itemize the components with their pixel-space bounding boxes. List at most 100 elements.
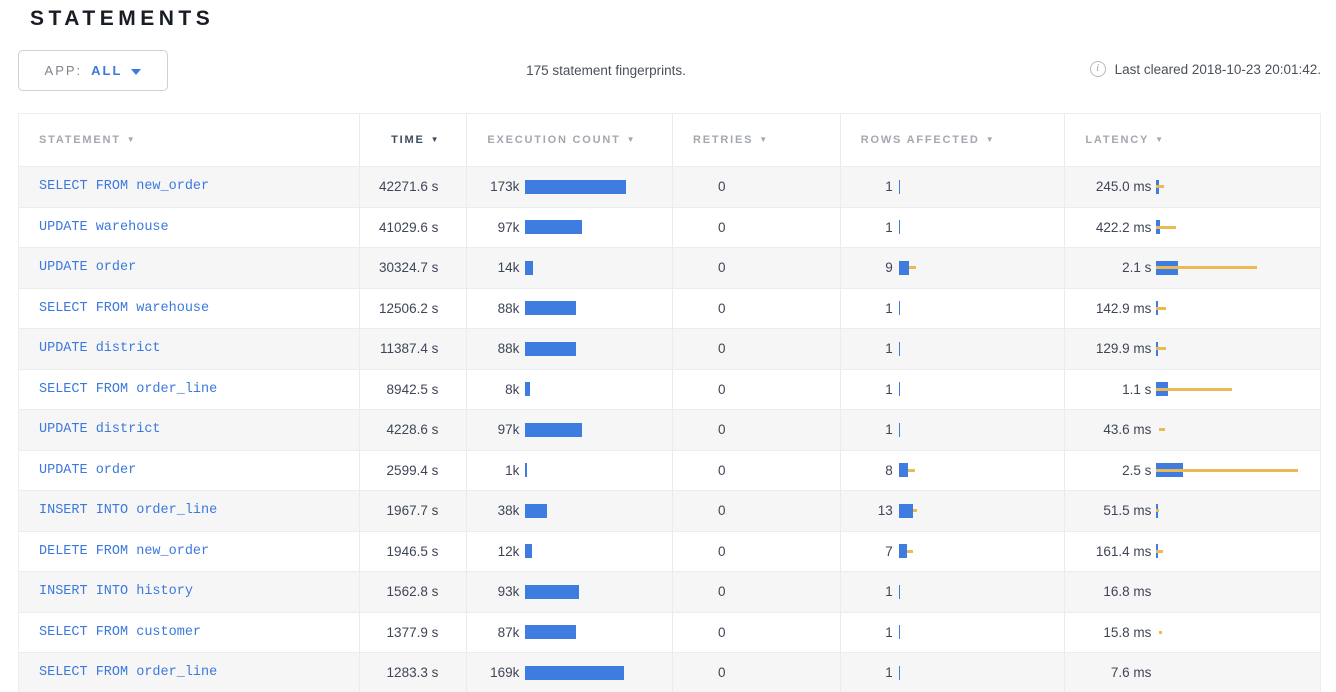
- rows-affected-bar: [899, 463, 908, 477]
- rows-affected-cell: 1: [841, 329, 1066, 369]
- rows-affected-cell: 1: [841, 167, 1066, 207]
- time-value: 1377.9 s: [387, 625, 439, 640]
- latency-value: 161.4 ms: [1080, 544, 1151, 559]
- rows-affected-stddev-bar: [908, 469, 915, 472]
- statement-link[interactable]: UPDATE order: [39, 260, 136, 275]
- sort-arrow-icon: ▼: [1155, 135, 1165, 144]
- latency-stddev-bar: [1156, 388, 1232, 391]
- column-header-rows-affected[interactable]: ROWS AFFECTED▼: [841, 114, 1066, 166]
- table-header-row: STATEMENT▼TIME▼EXECUTION COUNT▼RETRIES▼R…: [19, 114, 1320, 166]
- latency-cell: 43.6 ms: [1065, 410, 1320, 450]
- retries-cell: 0: [673, 329, 841, 369]
- statement-cell: SELECT FROM warehouse: [19, 289, 360, 329]
- statement-link[interactable]: UPDATE order: [39, 463, 136, 478]
- statement-cell: UPDATE order: [19, 248, 360, 288]
- sort-arrow-icon: ▼: [127, 135, 137, 144]
- rows-affected-cell: 1: [841, 370, 1066, 410]
- time-cell: 11387.4 s: [360, 329, 467, 369]
- rows-affected-bar: [899, 180, 901, 194]
- time-cell: 1377.9 s: [360, 613, 467, 653]
- table-row: INSERT INTO history 1562.8 s 93k 0 1 16.…: [19, 571, 1320, 612]
- time-cell: 8942.5 s: [360, 370, 467, 410]
- retries-value: 0: [718, 382, 726, 397]
- execution-count-value: 97k: [477, 220, 519, 235]
- time-value: 12506.2 s: [379, 301, 438, 316]
- rows-affected-value: 1: [856, 625, 893, 640]
- sort-arrow-icon: ▼: [627, 135, 637, 144]
- retries-value: 0: [718, 503, 726, 518]
- execution-count-bar: [525, 180, 626, 194]
- statement-link[interactable]: INSERT INTO history: [39, 584, 193, 599]
- latency-cell: 51.5 ms: [1065, 491, 1320, 531]
- rows-affected-cell: 1: [841, 572, 1066, 612]
- execution-count-bar: [525, 342, 576, 356]
- latency-value: 142.9 ms: [1080, 301, 1151, 316]
- time-value: 1967.7 s: [387, 503, 439, 518]
- statements-table: STATEMENT▼TIME▼EXECUTION COUNT▼RETRIES▼R…: [18, 113, 1321, 692]
- statement-link[interactable]: INSERT INTO order_line: [39, 503, 217, 518]
- time-value: 4228.6 s: [387, 422, 439, 437]
- statement-link[interactable]: SELECT FROM new_order: [39, 179, 209, 194]
- statement-link[interactable]: UPDATE district: [39, 341, 161, 356]
- column-header-time[interactable]: TIME▼: [360, 114, 467, 166]
- latency-stddev-bar: [1156, 266, 1257, 269]
- statement-link[interactable]: UPDATE district: [39, 422, 161, 437]
- retries-cell: 0: [673, 289, 841, 329]
- rows-affected-value: 13: [856, 503, 893, 518]
- column-header-label: EXECUTION COUNT: [487, 134, 620, 146]
- execution-count-value: 1k: [477, 463, 519, 478]
- execution-count-cell: 93k: [467, 572, 673, 612]
- time-value: 1283.3 s: [387, 665, 439, 680]
- rows-affected-value: 1: [856, 220, 893, 235]
- rows-affected-bar: [899, 423, 901, 437]
- retries-cell: 0: [673, 532, 841, 572]
- retries-cell: 0: [673, 653, 841, 692]
- latency-cell: 129.9 ms: [1065, 329, 1320, 369]
- table-body: SELECT FROM new_order 42271.6 s 173k 0 1…: [19, 166, 1320, 692]
- rows-affected-bar: [899, 544, 907, 558]
- rows-affected-bar: [899, 342, 901, 356]
- latency-stddev-bar: [1156, 469, 1298, 472]
- statement-link[interactable]: SELECT FROM customer: [39, 625, 201, 640]
- latency-value: 422.2 ms: [1080, 220, 1151, 235]
- execution-count-cell: 97k: [467, 208, 673, 248]
- latency-cell: 161.4 ms: [1065, 532, 1320, 572]
- statement-link[interactable]: SELECT FROM order_line: [39, 382, 217, 397]
- column-header-execution-count[interactable]: EXECUTION COUNT ▼: [467, 114, 673, 166]
- table-row: UPDATE district 4228.6 s 97k 0 1 43.6 ms: [19, 409, 1320, 450]
- latency-stddev-bar: [1156, 509, 1159, 512]
- statement-link[interactable]: SELECT FROM order_line: [39, 665, 217, 680]
- statement-link[interactable]: DELETE FROM new_order: [39, 544, 209, 559]
- retries-cell: 0: [673, 208, 841, 248]
- rows-affected-value: 7: [856, 544, 893, 559]
- table-row: UPDATE order 2599.4 s 1k 0 8 2.5 s: [19, 450, 1320, 491]
- time-cell: 2599.4 s: [360, 451, 467, 491]
- column-header-retries[interactable]: RETRIES▼: [673, 114, 841, 166]
- latency-value: 16.8 ms: [1080, 584, 1151, 599]
- retries-cell: 0: [673, 248, 841, 288]
- execution-count-bar: [525, 463, 527, 477]
- table-row: UPDATE district 11387.4 s 88k 0 1 129.9 …: [19, 328, 1320, 369]
- column-header-latency[interactable]: LATENCY▼: [1065, 114, 1320, 166]
- rows-affected-value: 1: [856, 341, 893, 356]
- table-row: SELECT FROM order_line 1283.3 s 169k 0 1…: [19, 652, 1320, 692]
- latency-value: 2.1 s: [1080, 260, 1151, 275]
- execution-count-bar: [525, 666, 624, 680]
- time-value: 1946.5 s: [387, 544, 439, 559]
- rows-affected-value: 1: [856, 382, 893, 397]
- execution-count-bar: [525, 625, 576, 639]
- latency-cell: 7.6 ms: [1065, 653, 1320, 692]
- execution-count-bar: [525, 382, 530, 396]
- column-header-statement[interactable]: STATEMENT▼: [19, 114, 360, 166]
- statement-link[interactable]: SELECT FROM warehouse: [39, 301, 209, 316]
- info-circle-icon[interactable]: i: [1090, 61, 1106, 77]
- statement-link[interactable]: UPDATE warehouse: [39, 220, 169, 235]
- sort-arrow-icon: ▼: [759, 135, 769, 144]
- rows-affected-value: 1: [856, 584, 893, 599]
- time-cell: 12506.2 s: [360, 289, 467, 329]
- last-cleared: i Last cleared 2018-10-23 20:01:42.: [1090, 61, 1321, 77]
- execution-count-value: 169k: [477, 665, 519, 680]
- retries-cell: 0: [673, 370, 841, 410]
- page-title: STATEMENTS: [30, 7, 214, 31]
- time-cell: 4228.6 s: [360, 410, 467, 450]
